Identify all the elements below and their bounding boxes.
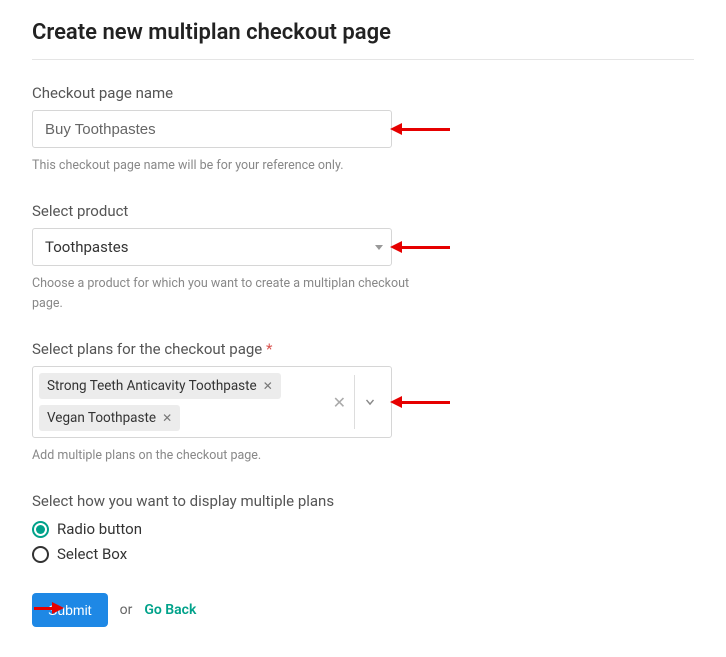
plan-chip-label: Vegan Toothpaste [47, 410, 156, 426]
radio-icon [32, 546, 49, 563]
plan-chip-label: Strong Teeth Anticavity Toothpaste [47, 378, 257, 394]
chevron-down-icon [375, 245, 383, 250]
multiselect-controls: ✕ [319, 367, 391, 437]
select-product-hint: Choose a product for which you want to c… [32, 274, 432, 314]
checkout-name-input[interactable] [32, 110, 392, 148]
field-checkout-name: Checkout page name This checkout page na… [32, 84, 694, 176]
annotation-arrow-icon [34, 602, 64, 614]
chevron-down-icon[interactable] [355, 395, 385, 409]
chips-container: Strong Teeth Anticavity Toothpaste ✕ Veg… [33, 367, 319, 437]
select-product-value: Toothpastes [45, 238, 128, 256]
chip-remove-icon[interactable]: ✕ [162, 412, 172, 424]
annotation-arrow-icon [400, 401, 450, 404]
select-product-dropdown[interactable]: Toothpastes [32, 228, 392, 266]
field-display-mode: Select how you want to display multiple … [32, 492, 694, 563]
select-product-label: Select product [32, 202, 694, 220]
radio-icon [32, 521, 49, 538]
chip-remove-icon[interactable]: ✕ [263, 380, 273, 392]
annotation-arrow-icon [400, 128, 450, 131]
or-text: or [120, 602, 133, 618]
field-select-product: Select product Toothpastes Choose a prod… [32, 202, 694, 314]
divider [32, 59, 694, 60]
plan-chip: Vegan Toothpaste ✕ [39, 405, 180, 431]
select-plans-hint: Add multiple plans on the checkout page. [32, 446, 432, 466]
go-back-link[interactable]: Go Back [144, 602, 196, 618]
checkout-name-label: Checkout page name [32, 84, 694, 102]
display-option-select-box[interactable]: Select Box [32, 545, 694, 563]
field-select-plans: Select plans for the checkout page * Str… [32, 340, 694, 466]
clear-all-icon[interactable]: ✕ [325, 393, 354, 412]
display-option-label: Radio button [57, 520, 142, 538]
display-option-radio-button[interactable]: Radio button [32, 520, 694, 538]
required-marker: * [266, 340, 272, 358]
select-plans-label: Select plans for the checkout page * [32, 340, 694, 358]
display-option-label: Select Box [57, 545, 127, 563]
display-mode-label: Select how you want to display multiple … [32, 492, 694, 510]
select-plans-multiselect[interactable]: Strong Teeth Anticavity Toothpaste ✕ Veg… [32, 366, 392, 438]
annotation-arrow-icon [400, 246, 450, 249]
checkout-name-hint: This checkout page name will be for your… [32, 156, 432, 176]
plan-chip: Strong Teeth Anticavity Toothpaste ✕ [39, 373, 281, 399]
page-title: Create new multiplan checkout page [32, 20, 694, 45]
